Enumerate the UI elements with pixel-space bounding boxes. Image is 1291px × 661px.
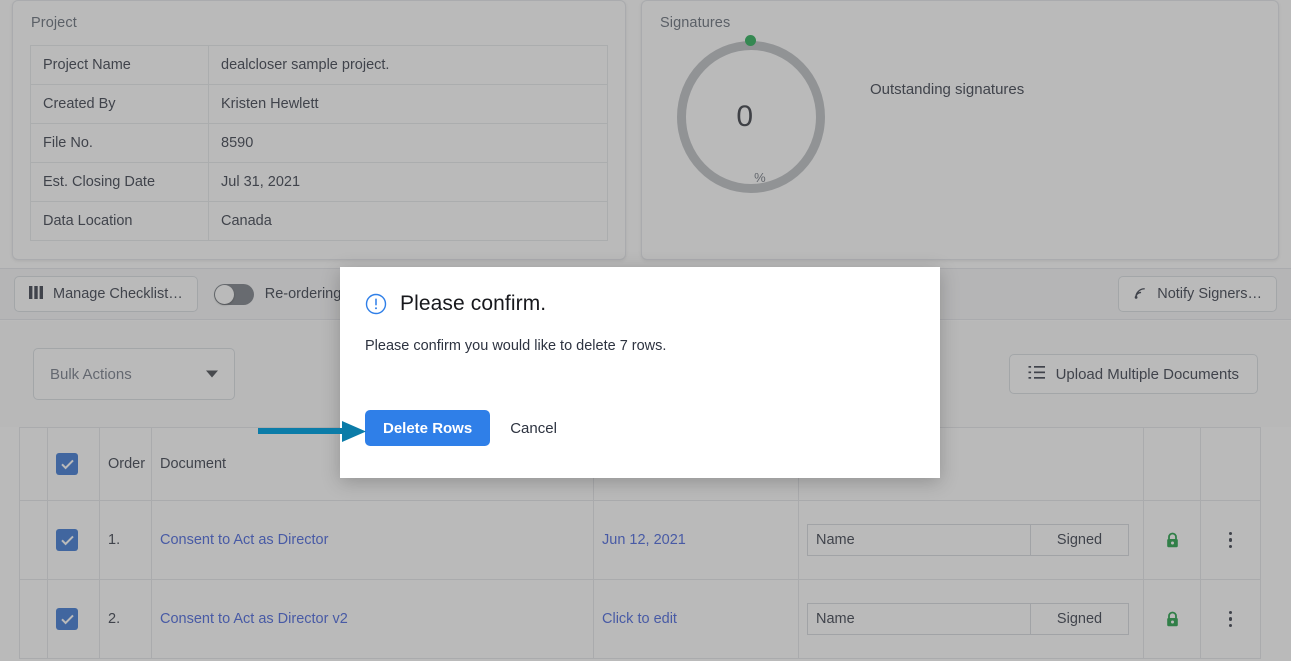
- created-by-value: Kristen Hewlett: [208, 84, 608, 124]
- signatures-card: Signatures 0 % Outstanding signatures: [641, 0, 1279, 260]
- manage-checklist-button[interactable]: Manage Checklist…: [14, 276, 198, 312]
- confirm-dialog-message: Please confirm you would like to delete …: [365, 338, 667, 354]
- signature-status-label: Signed: [1030, 525, 1128, 555]
- data-location-label: Data Location: [30, 201, 209, 241]
- cancel-button[interactable]: Cancel: [510, 420, 557, 437]
- row-signatures-cell: Name Signed: [798, 579, 1144, 659]
- signatures-donut-chart: 0 %: [677, 35, 827, 196]
- row-date-cell[interactable]: Click to edit: [593, 579, 799, 659]
- row-date-label: Jun 12, 2021: [602, 532, 686, 548]
- lock-icon[interactable]: [1152, 532, 1192, 549]
- ordered-list-icon: [1028, 365, 1045, 384]
- signature-name-field[interactable]: Name: [808, 604, 1030, 634]
- project-card: Project Project Name dealcloser sample p…: [12, 0, 626, 260]
- toggle-knob: [214, 284, 234, 304]
- donut-center-label: 0 %: [677, 41, 825, 193]
- delete-rows-button[interactable]: Delete Rows: [365, 410, 491, 446]
- drag-handle-header: [19, 427, 48, 501]
- signature-entry[interactable]: Name Signed: [807, 524, 1129, 556]
- alert-circle-icon: [365, 293, 387, 315]
- bulk-actions-select[interactable]: Bulk Actions: [33, 348, 235, 400]
- row-order-value: 2.: [99, 579, 152, 659]
- table-row: 1. Consent to Act as Director Jun 12, 20…: [19, 500, 1261, 580]
- row-order-value: 1.: [99, 500, 152, 580]
- row-menu-cell[interactable]: [1200, 579, 1261, 659]
- row-drag-handle[interactable]: [19, 500, 48, 580]
- donut-percent-value: 0: [736, 100, 754, 133]
- row-document-link[interactable]: Consent to Act as Director v2: [151, 579, 594, 659]
- manage-checklist-label: Manage Checklist…: [53, 286, 183, 302]
- signature-status-label: Signed: [1030, 604, 1128, 634]
- file-no-value: 8590: [208, 123, 608, 163]
- reordering-label: Re-ordering (: [264, 286, 351, 302]
- lock-column-header: [1143, 427, 1201, 501]
- closing-date-value: Jul 31, 2021: [208, 162, 608, 202]
- data-location-value: Canada: [208, 201, 608, 241]
- menu-column-header: [1200, 427, 1261, 501]
- table-row: 2. Consent to Act as Director v2 Click t…: [19, 579, 1261, 659]
- row-document-label: Consent to Act as Director: [160, 532, 329, 548]
- table-row: Data Location Canada: [30, 201, 608, 241]
- project-name-label: Project Name: [30, 45, 209, 85]
- row-select-cell: [47, 579, 100, 659]
- notify-signers-label: Notify Signers…: [1157, 286, 1262, 302]
- reordering-toggle[interactable]: [213, 283, 254, 305]
- signature-entry[interactable]: Name Signed: [807, 603, 1129, 635]
- signature-name-field[interactable]: Name: [808, 525, 1030, 555]
- select-all-checkbox[interactable]: [56, 453, 78, 475]
- upload-multiple-documents-button[interactable]: Upload Multiple Documents: [1008, 354, 1258, 394]
- annotation-arrow: [258, 419, 368, 445]
- rss-broadcast-icon: [1133, 285, 1148, 304]
- table-row: Project Name dealcloser sample project.: [30, 45, 608, 85]
- row-lock-cell[interactable]: [1143, 579, 1201, 659]
- closing-date-label: Est. Closing Date: [30, 162, 209, 202]
- row-document-link[interactable]: Consent to Act as Director: [151, 500, 594, 580]
- order-column-header[interactable]: Order: [99, 427, 152, 501]
- project-card-title: Project: [31, 15, 77, 31]
- row-date-label: Click to edit: [602, 611, 677, 627]
- more-options-icon[interactable]: [1209, 610, 1252, 628]
- row-signatures-cell: Name Signed: [798, 500, 1144, 580]
- more-options-icon[interactable]: [1209, 531, 1252, 549]
- row-drag-handle[interactable]: [19, 579, 48, 659]
- row-menu-cell[interactable]: [1200, 500, 1261, 580]
- file-no-label: File No.: [30, 123, 209, 163]
- signatures-card-title: Signatures: [660, 15, 731, 31]
- reordering-toggle-group[interactable]: Re-ordering (: [213, 283, 351, 305]
- table-row: Est. Closing Date Jul 31, 2021: [30, 162, 608, 202]
- row-checkbox[interactable]: [56, 529, 78, 551]
- row-checkbox[interactable]: [56, 608, 78, 630]
- row-select-cell: [47, 500, 100, 580]
- summary-cards-row: Project Project Name dealcloser sample p…: [0, 0, 1291, 260]
- table-row: File No. 8590: [30, 123, 608, 163]
- confirm-dialog-header: Please confirm.: [340, 267, 940, 316]
- confirm-dialog-actions: Delete Rows Cancel: [365, 410, 557, 446]
- select-all-header: [47, 427, 100, 501]
- columns-icon: [29, 285, 44, 303]
- row-lock-cell[interactable]: [1143, 500, 1201, 580]
- table-row: Created By Kristen Hewlett: [30, 84, 608, 124]
- donut-percent-symbol: %: [754, 170, 766, 185]
- confirm-dialog: Please confirm. Please confirm you would…: [340, 267, 940, 478]
- notify-signers-button[interactable]: Notify Signers…: [1118, 276, 1277, 312]
- project-name-value: dealcloser sample project.: [208, 45, 608, 85]
- row-document-label: Consent to Act as Director v2: [160, 611, 348, 627]
- chevron-down-icon: [206, 370, 218, 378]
- project-details-table: Project Name dealcloser sample project. …: [30, 45, 608, 241]
- lock-icon[interactable]: [1152, 611, 1192, 628]
- confirm-dialog-title: Please confirm.: [400, 292, 547, 315]
- upload-multiple-documents-label: Upload Multiple Documents: [1055, 365, 1239, 383]
- created-by-label: Created By: [30, 84, 209, 124]
- signatures-chart-area: 0 % Outstanding signatures: [642, 31, 1278, 231]
- bulk-actions-selected-value: Bulk Actions: [50, 365, 132, 383]
- row-date-cell[interactable]: Jun 12, 2021: [593, 500, 799, 580]
- signatures-legend-label: Outstanding signatures: [870, 81, 1025, 98]
